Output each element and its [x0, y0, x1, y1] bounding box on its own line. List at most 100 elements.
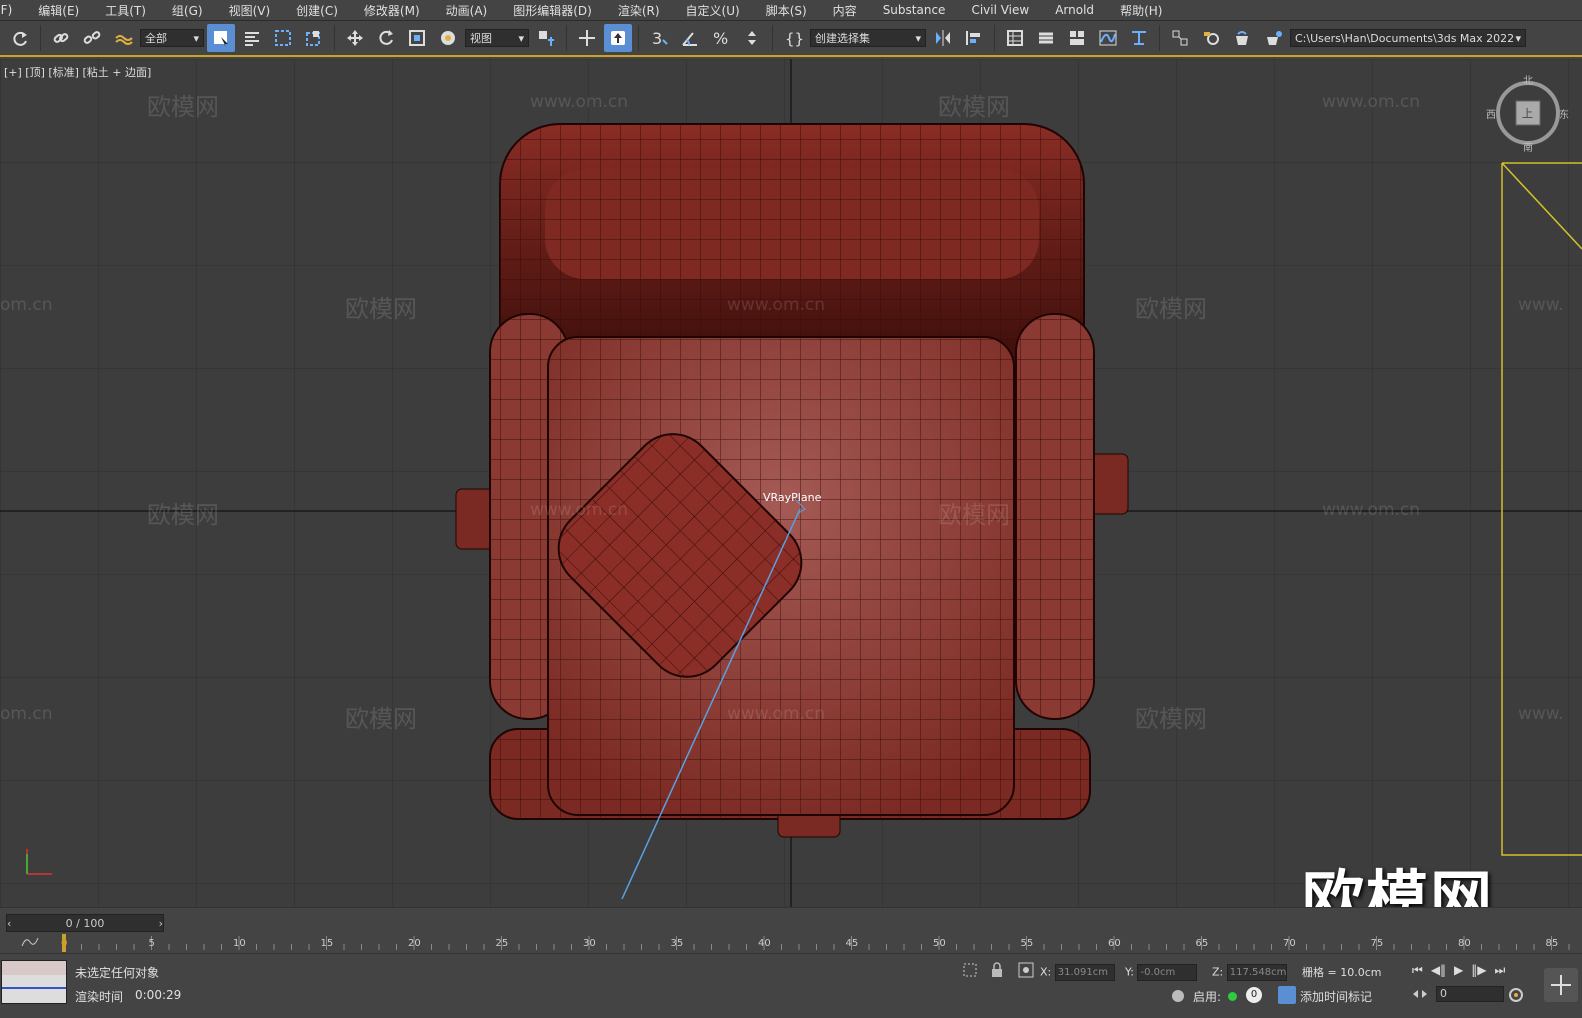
timeline-tick-label: 25: [496, 938, 509, 949]
time-slider[interactable]: ‹ 0 / 100 ›: [6, 914, 164, 932]
watermark: 欧模网: [938, 93, 1010, 121]
place-icon[interactable]: [434, 24, 462, 52]
viewcube[interactable]: 北 南 西 东 上: [1486, 76, 1569, 154]
schematic-view-icon[interactable]: [1125, 24, 1153, 52]
render-production-icon[interactable]: [1259, 24, 1287, 52]
time-configuration-icon[interactable]: [1508, 987, 1524, 1006]
y-value-field[interactable]: -0.0cm: [1137, 964, 1198, 981]
bind-space-warp-icon[interactable]: [109, 24, 137, 52]
pivot-center-icon[interactable]: [532, 24, 560, 52]
current-time-marker[interactable]: [62, 934, 66, 952]
viewcube-east[interactable]: 东: [1559, 106, 1569, 121]
rotate-icon[interactable]: [372, 24, 400, 52]
scene-explorer-icon[interactable]: [1001, 24, 1029, 52]
zoom-extents-icon[interactable]: [1544, 968, 1578, 1002]
ribbon-toggle-icon[interactable]: [1063, 24, 1091, 52]
select-and-manipulate-icon[interactable]: [573, 24, 601, 52]
add-time-tag-button[interactable]: 添加时间标记: [1300, 988, 1372, 1005]
render-frame-window-icon[interactable]: [1228, 24, 1256, 52]
move-icon[interactable]: [341, 24, 369, 52]
armchair-model[interactable]: [455, 123, 1129, 838]
snaps-toggle-icon[interactable]: 3: [645, 24, 673, 52]
menu-substance[interactable]: Substance: [870, 3, 959, 17]
toolbar-separator: [334, 25, 335, 51]
adaptive-degradation-icon[interactable]: [1170, 988, 1186, 1007]
play-icon[interactable]: ▶: [1454, 963, 1463, 978]
scale-icon[interactable]: [403, 24, 431, 52]
menu-customize[interactable]: 自定义(U): [673, 2, 753, 19]
spinner-snap-icon[interactable]: [738, 24, 766, 52]
menu-group[interactable]: 组(G): [159, 2, 216, 19]
window-crossing-icon[interactable]: [300, 24, 328, 52]
menu-animation[interactable]: 动画(A): [433, 2, 501, 19]
key-mode-icon[interactable]: [1412, 987, 1428, 1004]
timeline-tick-label: 30: [583, 938, 596, 949]
selection-filter-dropdown[interactable]: 全部 ▾: [140, 29, 204, 47]
layer-explorer-icon[interactable]: [1032, 24, 1060, 52]
viewcube-face[interactable]: 上: [1522, 105, 1533, 121]
unlink-icon[interactable]: [78, 24, 106, 52]
menu-file[interactable]: (F): [0, 3, 25, 17]
time-tag-icon[interactable]: [1278, 986, 1296, 1004]
isolate-selection-icon[interactable]: [962, 962, 978, 981]
viewcube-west[interactable]: 西: [1486, 106, 1496, 121]
menu-civil-view[interactable]: Civil View: [958, 3, 1042, 17]
next-frame-icon[interactable]: ‖▶: [1471, 963, 1486, 978]
z-coordinate: Z: 117.548cm: [1212, 964, 1287, 981]
x-value-field[interactable]: 31.091cm: [1054, 964, 1115, 981]
edit-named-selection-icon[interactable]: {}: [779, 24, 807, 52]
material-editor-icon[interactable]: [1166, 24, 1194, 52]
timeline-tick-label: 55: [1021, 938, 1034, 949]
go-to-end-icon[interactable]: ⏭: [1495, 963, 1506, 978]
lock-icon[interactable]: [990, 962, 1004, 981]
percent-snap-icon[interactable]: %: [707, 24, 735, 52]
current-frame-field[interactable]: 0: [1436, 986, 1504, 1002]
go-to-start-icon[interactable]: ⏮: [1412, 963, 1423, 978]
mini-curve-editor-icon[interactable]: [20, 934, 40, 950]
maxscript-listener-mini[interactable]: [1, 960, 67, 1004]
mirror-icon[interactable]: [929, 24, 957, 52]
absolute-mode-icon[interactable]: [1018, 962, 1034, 981]
brand-watermark: 欧模网: [1301, 863, 1494, 907]
keyboard-shortcut-override-icon[interactable]: [604, 24, 632, 52]
menu-scripting[interactable]: 脚本(S): [753, 2, 820, 19]
rectangular-selection-icon[interactable]: [269, 24, 297, 52]
select-by-name-icon[interactable]: [238, 24, 266, 52]
track-bar[interactable]: 0510152025303540455055606570758085: [56, 934, 1576, 952]
previous-frame-icon[interactable]: ◀‖: [1431, 963, 1446, 978]
y-coordinate: Y: -0.0cm: [1125, 964, 1198, 981]
project-path-dropdown[interactable]: C:\Users\Han\Documents\3ds Max 2022 ▾: [1290, 29, 1526, 47]
menu-tools[interactable]: 工具(T): [92, 2, 159, 19]
watermark-url: www.: [1518, 704, 1564, 724]
curve-editor-icon[interactable]: [1094, 24, 1122, 52]
viewcube-south[interactable]: 南: [1523, 139, 1533, 154]
viewport-label[interactable]: [+] [顶] [标准] [粘土 + 边面]: [4, 64, 151, 80]
enable-label: 启用:: [1193, 990, 1222, 1004]
z-value-field[interactable]: 117.548cm: [1226, 964, 1287, 981]
vray-plane-label: VRayPlane: [763, 491, 822, 504]
menu-rendering[interactable]: 渲染(R): [605, 2, 673, 19]
menu-graph-editors[interactable]: 图形编辑器(D): [500, 2, 605, 19]
reference-coordinate-dropdown[interactable]: 视图 ▾: [465, 29, 529, 47]
menu-edit[interactable]: 编辑(E): [25, 2, 92, 19]
menu-arnold[interactable]: Arnold: [1042, 3, 1107, 17]
render-setup-icon[interactable]: [1197, 24, 1225, 52]
chevron-down-icon: ▾: [193, 31, 199, 45]
link-icon[interactable]: [47, 24, 75, 52]
select-object-icon[interactable]: [207, 24, 235, 52]
menu-views[interactable]: 视图(V): [216, 2, 284, 19]
menu-content[interactable]: 内容: [820, 2, 870, 19]
menu-modifiers[interactable]: 修改器(M): [351, 2, 433, 19]
timeline-tick-label: 40: [758, 938, 771, 949]
chevron-right-icon[interactable]: ›: [159, 917, 163, 930]
menu-help[interactable]: 帮助(H): [1107, 2, 1175, 19]
viewcube-north[interactable]: 北: [1523, 72, 1533, 87]
named-selection-dropdown[interactable]: 创建选择集 ▾: [810, 29, 926, 47]
angle-snap-icon[interactable]: [676, 24, 704, 52]
redo-icon[interactable]: [6, 24, 34, 52]
align-icon[interactable]: [960, 24, 988, 52]
menu-create[interactable]: 创建(C): [283, 2, 351, 19]
timeline-tick-label: 5: [149, 938, 155, 949]
viewport-top[interactable]: [+] [顶] [标准] [粘土 + 边面] VRayPlane 欧模网 www…: [0, 59, 1582, 907]
toolbar-separator: [1159, 25, 1160, 51]
